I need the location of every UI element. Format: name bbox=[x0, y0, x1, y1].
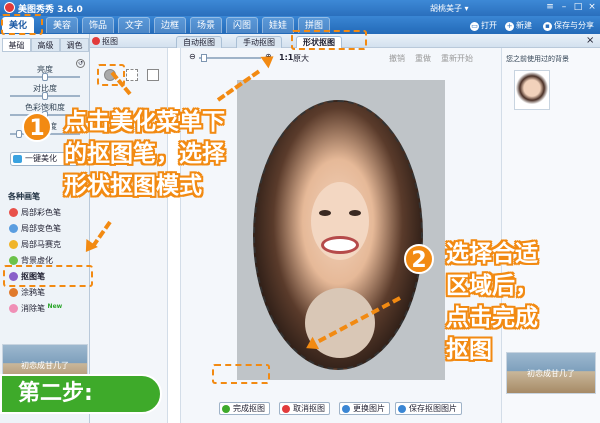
tool-local-color-pen[interactable]: 局部彩色笔 bbox=[8, 206, 88, 219]
close-icon[interactable]: × bbox=[586, 2, 598, 13]
step1-number: 1 bbox=[22, 112, 52, 142]
cancel-icon bbox=[282, 405, 290, 413]
cutout-close-icon[interactable]: × bbox=[586, 35, 594, 46]
plus-icon: + bbox=[505, 22, 514, 31]
cutout-logo-icon bbox=[92, 37, 100, 45]
menu-icon[interactable]: ≡ bbox=[544, 2, 556, 13]
magic-icon bbox=[13, 155, 22, 163]
photo-canvas[interactable] bbox=[237, 80, 445, 380]
save-icon: ▪ bbox=[543, 22, 552, 31]
done-cutout-button[interactable]: 完成抠图 bbox=[219, 402, 270, 415]
recolor-pen-icon bbox=[9, 224, 18, 233]
blur-icon bbox=[9, 256, 18, 265]
zoom-original[interactable]: 原大 bbox=[293, 53, 309, 64]
menu-tab-accessories[interactable]: 饰品 bbox=[82, 17, 115, 33]
check-icon bbox=[222, 405, 230, 413]
eye-shape bbox=[319, 210, 331, 216]
left-tab-advanced[interactable]: 高级 bbox=[31, 38, 60, 52]
reset-button[interactable]: 重新开始 bbox=[441, 53, 473, 64]
tab-auto-cutout[interactable]: 自动抠图 bbox=[176, 36, 222, 48]
undo-button[interactable]: 撤销 bbox=[389, 53, 405, 64]
square-shape-button[interactable] bbox=[147, 69, 159, 81]
zoom-slider[interactable] bbox=[199, 54, 261, 62]
menu-tab-doll[interactable]: 娃娃 bbox=[262, 17, 295, 33]
folder-icon: ▭ bbox=[470, 22, 479, 31]
new-button[interactable]: + 新建 bbox=[505, 19, 532, 32]
zoom-bar: ⊖ ⊕ 1:1 原大 撤销 重做 重新开始 bbox=[181, 52, 503, 66]
highlight-beautify-tab bbox=[1, 14, 43, 35]
highlight-done-button bbox=[212, 364, 270, 384]
replace-image-button[interactable]: 更换图片 bbox=[339, 402, 390, 415]
step1-instruction: 点击美化菜单下 的抠图笔，选择 形状抠图模式 bbox=[64, 109, 225, 199]
step-badge: 第二步: bbox=[0, 374, 162, 414]
brush-section-title: 各种画笔 bbox=[8, 192, 40, 201]
cutout-title: 抠图 bbox=[102, 37, 118, 46]
slider-knob[interactable] bbox=[201, 54, 207, 62]
tool-local-mosaic[interactable]: 局部马赛克 bbox=[8, 238, 88, 251]
menu-tab-text[interactable]: 文字 bbox=[118, 17, 151, 33]
maximize-icon[interactable]: □ bbox=[572, 2, 584, 13]
mouth-shape bbox=[321, 236, 359, 254]
menu-tab-frame[interactable]: 边框 bbox=[154, 17, 187, 33]
title-bar: 美图秀秀 3.6.0 胡桃美子 ▾ ≡ – □ × bbox=[0, 0, 600, 16]
left-panel: 基础 高级 调色 ↺ 亮度 对比度 色彩饱和度 清晰度 一键美化 各种画笔 局部… bbox=[0, 34, 90, 423]
color-pen-icon bbox=[9, 208, 18, 217]
highlight-cutout-pen bbox=[3, 265, 93, 287]
cancel-cutout-button[interactable]: 取消抠图 bbox=[279, 402, 330, 415]
slider-knob[interactable] bbox=[16, 130, 23, 138]
minimize-icon[interactable]: – bbox=[558, 2, 570, 13]
brightness-slider[interactable] bbox=[10, 73, 80, 81]
doodle-pen-icon bbox=[9, 288, 18, 297]
step2-number: 2 bbox=[404, 244, 434, 274]
tool-eraser-pen[interactable]: 消除笔 New bbox=[8, 302, 88, 315]
save-cutout-button[interactable]: 保存抠图图片 bbox=[395, 402, 462, 415]
left-tab-basic[interactable]: 基础 bbox=[2, 38, 31, 52]
user-menu[interactable]: 胡桃美子 ▾ bbox=[430, 3, 469, 14]
save-share-button[interactable]: ▪ 保存与分享 bbox=[543, 19, 594, 32]
menu-tab-face[interactable]: 美容 bbox=[46, 17, 79, 33]
slider-knob[interactable] bbox=[42, 73, 48, 81]
app-logo-icon bbox=[4, 2, 15, 13]
menu-tab-scene[interactable]: 场景 bbox=[190, 17, 223, 33]
tab-manual-cutout[interactable]: 手动抠图 bbox=[236, 36, 282, 48]
recent-backgrounds-title: 您之前使用过的背景 bbox=[506, 55, 569, 63]
rect-shape-button[interactable] bbox=[126, 69, 138, 81]
slider-knob[interactable] bbox=[42, 92, 48, 100]
mosaic-icon bbox=[9, 240, 18, 249]
eye-shape bbox=[349, 210, 361, 216]
open-button[interactable]: ▭ 打开 bbox=[470, 19, 497, 32]
new-badge: New bbox=[47, 303, 63, 310]
tool-local-recolor-pen[interactable]: 局部变色笔 bbox=[8, 222, 88, 235]
save-icon bbox=[398, 405, 406, 413]
zoom-out-icon[interactable]: ⊖ bbox=[189, 52, 196, 61]
eraser-icon bbox=[9, 304, 18, 313]
replace-icon bbox=[342, 405, 350, 413]
tool-doodle-pen[interactable]: 涂鸦笔 bbox=[8, 286, 88, 299]
redo-button[interactable]: 重做 bbox=[415, 53, 431, 64]
recent-background-thumbnail[interactable] bbox=[514, 70, 550, 110]
highlight-shape-tab bbox=[291, 30, 367, 50]
right-panel: 您之前使用过的背景 初恋成甘几了 bbox=[502, 48, 600, 423]
menu-tab-flash[interactable]: 闪图 bbox=[226, 17, 259, 33]
step2-instruction: 选择合适 区域后， 点击完成 抠图 bbox=[446, 241, 538, 363]
left-tab-color[interactable]: 调色 bbox=[60, 38, 89, 52]
contrast-slider[interactable] bbox=[10, 92, 80, 100]
cutout-bottom-bar: 完成抠图 取消抠图 更换图片 保存抠图图片 bbox=[181, 398, 503, 418]
zoom-1to1[interactable]: 1:1 bbox=[279, 53, 293, 62]
